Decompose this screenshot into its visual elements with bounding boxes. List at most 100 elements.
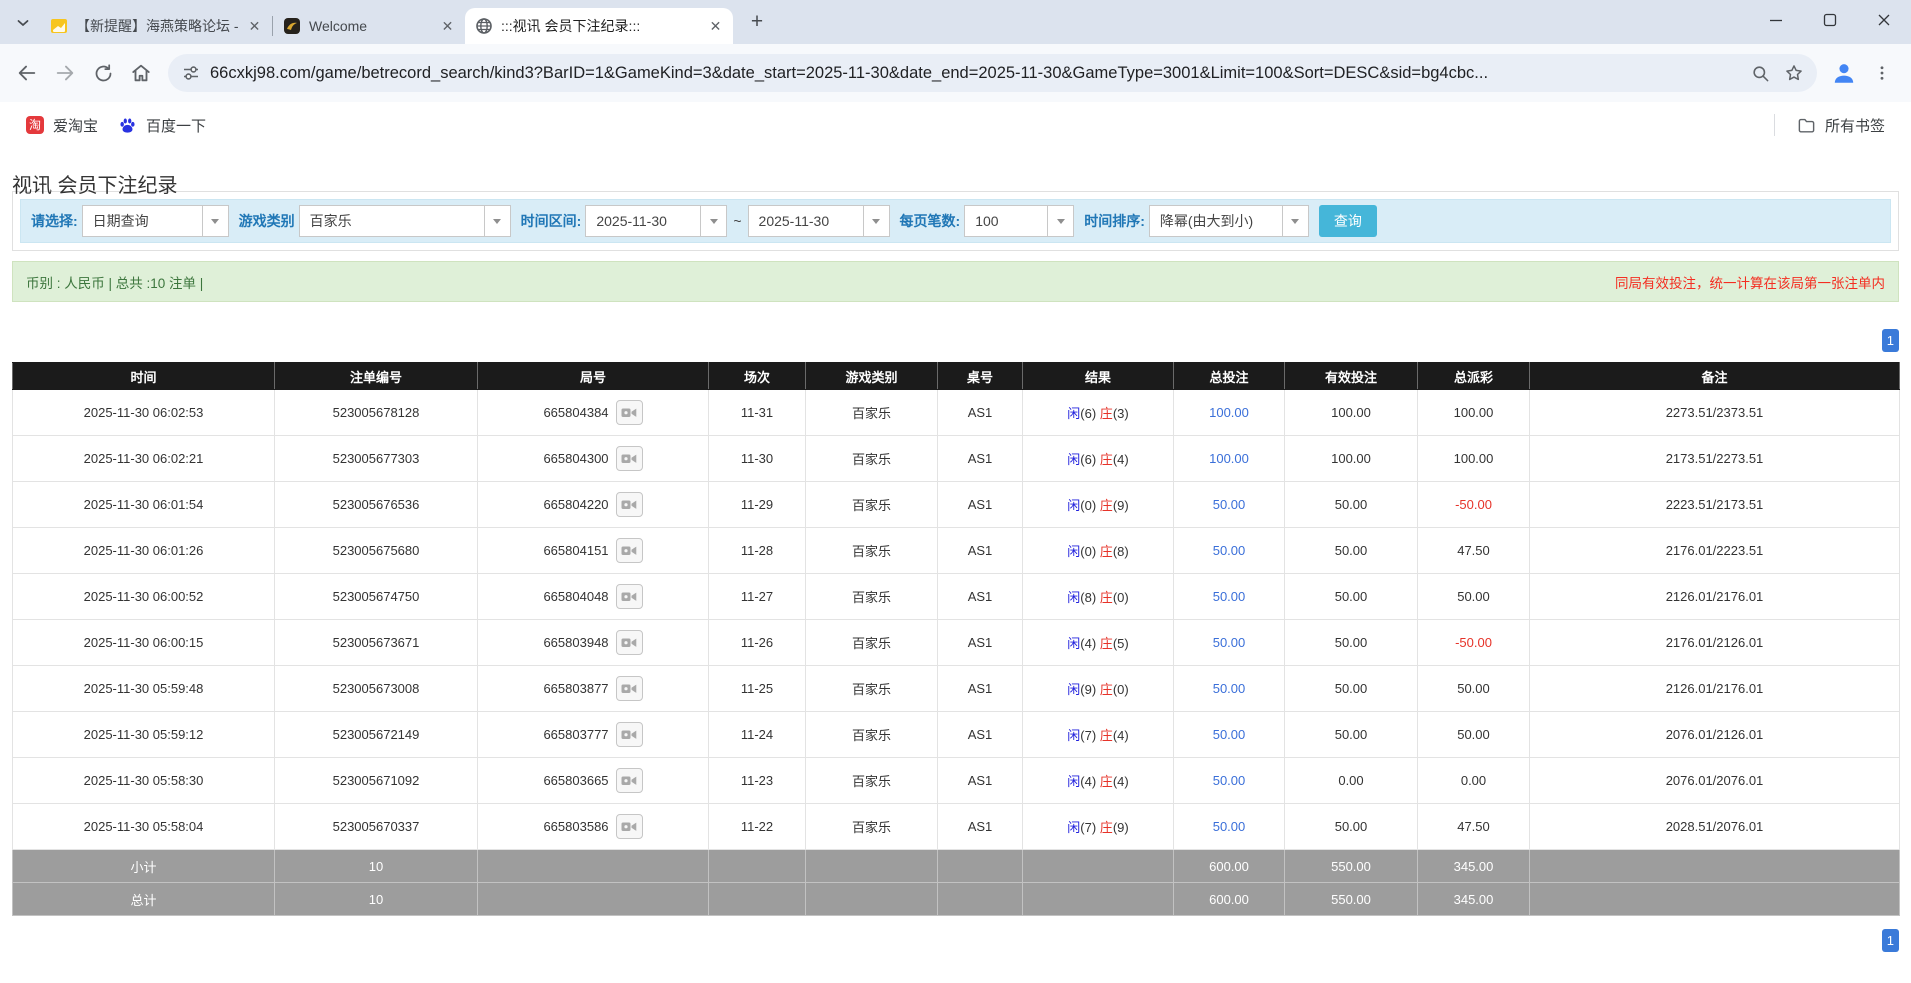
window-minimize-button[interactable] — [1749, 0, 1803, 40]
site-settings-tune-icon[interactable] — [182, 64, 200, 82]
cell-round: 665804300 — [478, 436, 709, 482]
summary-bar: 币别 : 人民币 | 总共 :10 注单 | 同局有效投注，统一计算在该局第一张… — [12, 261, 1899, 302]
new-tab-button[interactable]: + — [743, 8, 771, 36]
cell-result: 闲(0) 庄(8) — [1023, 528, 1174, 574]
total-bet-link[interactable]: 100.00 — [1174, 390, 1285, 436]
round-id: 665803877 — [543, 681, 608, 696]
tab-close-icon[interactable]: ✕ — [245, 17, 264, 36]
column-header: 桌号 — [938, 363, 1023, 390]
cell-note: 2176.01/2126.01 — [1530, 620, 1900, 666]
date-start-select[interactable]: 2025-11-30 — [585, 205, 727, 237]
result-banker-label: 庄 — [1100, 452, 1113, 467]
video-replay-button[interactable] — [616, 584, 643, 609]
chevron-down-icon[interactable] — [700, 205, 727, 237]
chevron-down-icon[interactable] — [484, 205, 511, 237]
tab-close-icon[interactable]: ✕ — [706, 17, 725, 36]
tab-search-chevron-icon[interactable] — [8, 8, 38, 38]
bookmark-item-taobao[interactable]: 淘 爱淘宝 — [16, 109, 108, 141]
table-row: 2025-11-30 05:58:04523005670337665803586… — [13, 804, 1900, 850]
currency-summary-text: 币别 : 人民币 | 总共 :10 注单 | — [26, 272, 203, 292]
total-bet-link[interactable]: 50.00 — [1174, 528, 1285, 574]
cell-time: 2025-11-30 06:02:21 — [13, 436, 275, 482]
url-text[interactable]: 66cxkj98.com/game/betrecord_search/kind3… — [210, 64, 1733, 83]
forward-button[interactable] — [46, 54, 84, 92]
page-1-button[interactable]: 1 — [1882, 329, 1899, 352]
result-banker-label: 庄 — [1100, 544, 1113, 559]
game-type-select[interactable]: 百家乐 — [299, 205, 511, 237]
total-bet-link[interactable]: 50.00 — [1174, 804, 1285, 850]
chevron-down-icon[interactable] — [202, 205, 229, 237]
game-type-label: 游戏类别 — [239, 211, 295, 231]
video-replay-button[interactable] — [616, 722, 643, 747]
cell-table-number: AS1 — [938, 390, 1023, 436]
video-replay-button[interactable] — [616, 768, 643, 793]
tab-title: 【新提醒】海燕策略论坛 - 综合 — [76, 16, 239, 36]
result-banker-label: 庄 — [1100, 820, 1113, 835]
cell-round: 665803665 — [478, 758, 709, 804]
total-row-cell — [1530, 883, 1900, 916]
video-replay-button[interactable] — [616, 814, 643, 839]
chevron-down-icon[interactable] — [863, 205, 890, 237]
cell-valid-bet: 50.00 — [1285, 804, 1418, 850]
column-header: 注单编号 — [275, 363, 478, 390]
back-button[interactable] — [8, 54, 46, 92]
tab-close-icon[interactable]: ✕ — [438, 17, 457, 36]
page-size-select[interactable]: 100 — [964, 205, 1074, 237]
bookmark-item-baidu[interactable]: 百度一下 — [108, 109, 216, 141]
all-bookmarks-button[interactable]: 所有书签 — [1787, 109, 1895, 141]
subtotal-row: 小计10600.00550.00345.00 — [13, 850, 1900, 883]
total-bet-link[interactable]: 50.00 — [1174, 758, 1285, 804]
column-header: 总投注 — [1174, 363, 1285, 390]
video-camera-icon — [621, 636, 637, 649]
browser-tab-1[interactable]: 【新提醒】海燕策略论坛 - 综合 ✕ — [40, 8, 272, 44]
cell-valid-bet: 100.00 — [1285, 436, 1418, 482]
cell-round: 665803777 — [478, 712, 709, 758]
window-maximize-button[interactable] — [1803, 0, 1857, 40]
cell-bet-id: 523005671092 — [275, 758, 478, 804]
video-replay-button[interactable] — [616, 492, 643, 517]
query-type-select[interactable]: 日期查询 — [82, 205, 229, 237]
total-bet-link[interactable]: 50.00 — [1174, 712, 1285, 758]
cell-game-type: 百家乐 — [806, 574, 938, 620]
total-bet-link[interactable]: 100.00 — [1174, 436, 1285, 482]
zoom-magnifier-icon[interactable] — [1743, 56, 1777, 90]
video-replay-button[interactable] — [616, 538, 643, 563]
total-bet-link[interactable]: 50.00 — [1174, 574, 1285, 620]
cell-valid-bet: 50.00 — [1285, 666, 1418, 712]
bookmark-star-icon[interactable] — [1777, 56, 1811, 90]
video-replay-button[interactable] — [616, 630, 643, 655]
summary-notice-text: 同局有效投注，统一计算在该局第一张注单内 — [1615, 272, 1885, 292]
browser-menu-dots-icon[interactable] — [1863, 54, 1901, 92]
video-replay-button[interactable] — [616, 400, 643, 425]
cell-game-type: 百家乐 — [806, 804, 938, 850]
window-close-button[interactable] — [1857, 0, 1911, 40]
search-button[interactable]: 查询 — [1319, 205, 1377, 237]
chevron-down-icon[interactable] — [1047, 205, 1074, 237]
cell-game-type: 百家乐 — [806, 528, 938, 574]
video-replay-button[interactable] — [616, 676, 643, 701]
cell-session: 11-22 — [709, 804, 806, 850]
sort-select[interactable]: 降幂(由大到小) — [1149, 205, 1309, 237]
home-button[interactable] — [122, 54, 160, 92]
subtotal-row-cell — [1023, 850, 1174, 883]
subtotal-row-cell — [1530, 850, 1900, 883]
page-1-button[interactable]: 1 — [1882, 929, 1899, 952]
total-bet-link[interactable]: 50.00 — [1174, 666, 1285, 712]
column-header: 有效投注 — [1285, 363, 1418, 390]
address-bar[interactable]: 66cxkj98.com/game/betrecord_search/kind3… — [168, 54, 1817, 92]
cell-session: 11-26 — [709, 620, 806, 666]
date-end-select[interactable]: 2025-11-30 — [748, 205, 890, 237]
total-bet-link[interactable]: 50.00 — [1174, 482, 1285, 528]
video-replay-button[interactable] — [616, 446, 643, 471]
browser-tab-active[interactable]: :::视讯 会员下注纪录::: ✕ — [465, 8, 733, 44]
reload-button[interactable] — [84, 54, 122, 92]
chevron-down-icon[interactable] — [1282, 205, 1309, 237]
profile-avatar-icon[interactable] — [1825, 54, 1863, 92]
browser-tab-2[interactable]: Welcome ✕ — [273, 8, 465, 44]
subtotal-row-cell — [938, 850, 1023, 883]
cell-game-type: 百家乐 — [806, 390, 938, 436]
taobao-icon: 淘 — [26, 116, 44, 134]
total-bet-link[interactable]: 50.00 — [1174, 620, 1285, 666]
video-camera-icon — [621, 498, 637, 511]
result-banker-label: 庄 — [1100, 728, 1113, 743]
